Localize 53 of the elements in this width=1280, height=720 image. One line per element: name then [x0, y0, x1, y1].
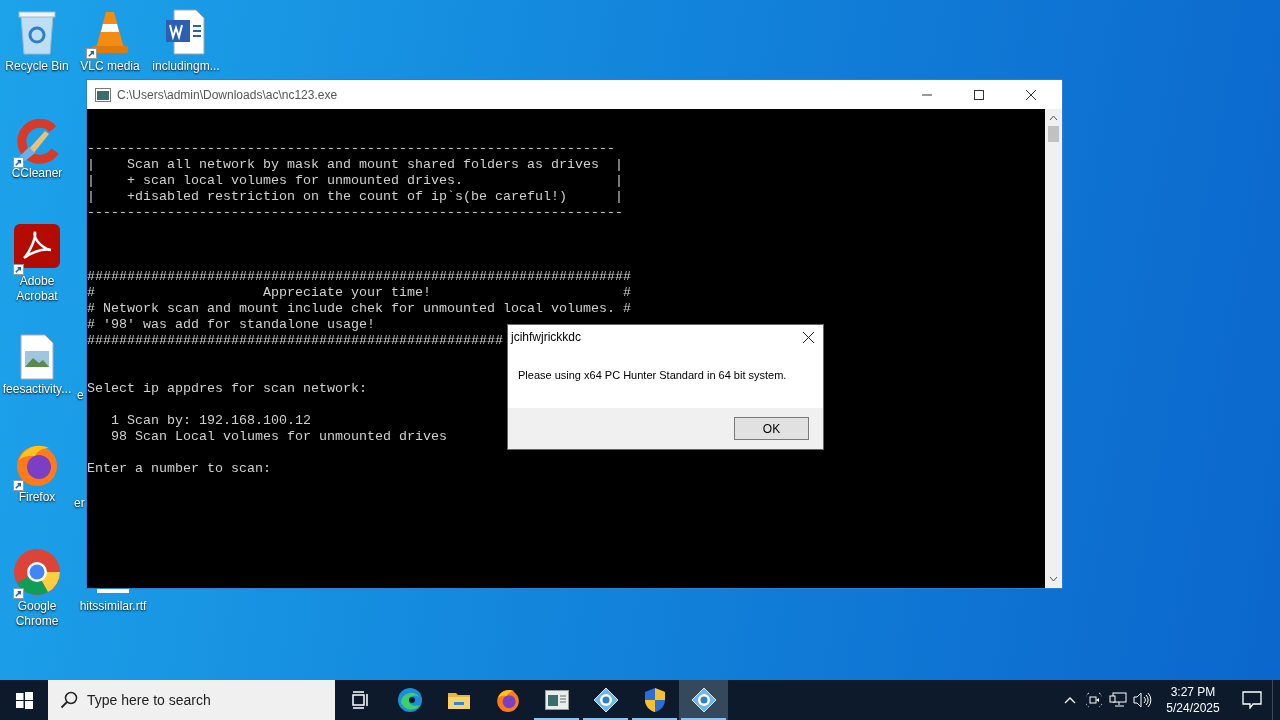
- app-window-icon: [544, 690, 569, 710]
- icon-label[interactable]: er: [74, 496, 85, 510]
- close-button[interactable]: [801, 330, 815, 344]
- icon-label[interactable]: CCleaner: [11, 166, 63, 181]
- edge-swirl-icon: [396, 687, 423, 713]
- taskbar-button[interactable]: [679, 680, 728, 720]
- console-line: # Network scan and mount include chek for unmounted local volumes. #: [87, 301, 631, 317]
- console-line: 98 Scan Local volumes for unmounted drives: [110, 429, 447, 445]
- icon-label[interactable]: includingm...: [152, 59, 220, 74]
- console-icon: [95, 87, 111, 102]
- icon-label[interactable]: Adobe Acrobat: [0, 274, 75, 304]
- console-line: Select ip appdres for scan network:: [87, 381, 367, 397]
- console-line: | +disabled restriction on the count of ip`s(be careful!) |: [87, 189, 623, 205]
- pdf-swirl-icon[interactable]: [13, 224, 61, 268]
- icon-label[interactable]: Firefox: [18, 490, 56, 505]
- console-line: Enter a number to scan:: [87, 461, 271, 477]
- ok-button[interactable]: OK: [734, 417, 809, 440]
- search-field[interactable]: Type here to search: [48, 680, 335, 720]
- dialog-title: jcihfwjrickkdc: [511, 329, 581, 346]
- icon-label[interactable]: hitssimilar.rtf: [79, 599, 147, 614]
- clock-time[interactable]: 3:27 PM: [1170, 684, 1216, 700]
- fox-globe-icon: [494, 687, 521, 713]
- console-line: -------------------------------------------------------------------: [87, 205, 623, 221]
- windows-logo-icon: [15, 691, 33, 709]
- task-view-icon: [349, 691, 370, 709]
- chrome-circle-icon[interactable]: [13, 548, 61, 596]
- console-line: # Appreciate your time! #: [87, 285, 631, 301]
- search-icon: [60, 691, 78, 709]
- diamond-app-icon: [690, 687, 717, 713]
- console-line: 1 Scan by: 192.168.100.12: [110, 413, 311, 429]
- close-icon: [802, 331, 814, 343]
- icon-label[interactable]: Google Chrome: [0, 599, 75, 629]
- console-line: | + scan local volumes for unmounted drives. |: [87, 173, 623, 189]
- icon-label[interactable]: Recycle Bin: [5, 59, 69, 74]
- maximize-icon: [974, 89, 984, 100]
- dialog-message: Please using x64 PC Hunter Standard in 64 bit system.: [518, 368, 787, 384]
- close-icon: [1026, 89, 1036, 100]
- diamond-app-icon: [592, 687, 619, 713]
- console-line: | Scan all network by mask and mount shared folders as drives |: [87, 157, 623, 173]
- console-line: ####################################################################: [87, 269, 631, 285]
- chevron-up-icon: [1064, 696, 1076, 704]
- scrollbar-thumb[interactable]: [1048, 126, 1059, 142]
- console-line: ####################################################: [87, 333, 503, 349]
- clock-date[interactable]: 5/24/2025: [1166, 700, 1220, 716]
- console-line: # '98' was add for standalone usage!: [87, 317, 375, 333]
- shield-icon: [643, 687, 666, 713]
- speech-bubble-icon: [1242, 691, 1262, 709]
- window-title: C:\Users\admin\Downloads\ac\nc123.exe: [117, 86, 339, 104]
- icon-label[interactable]: e: [77, 388, 84, 402]
- console-line: ------------------------------------------------------------------: [87, 141, 615, 157]
- folder-icon: [446, 690, 471, 710]
- icon-label[interactable]: VLC media: [80, 59, 140, 74]
- icon-label[interactable]: feesactivity...: [2, 382, 72, 397]
